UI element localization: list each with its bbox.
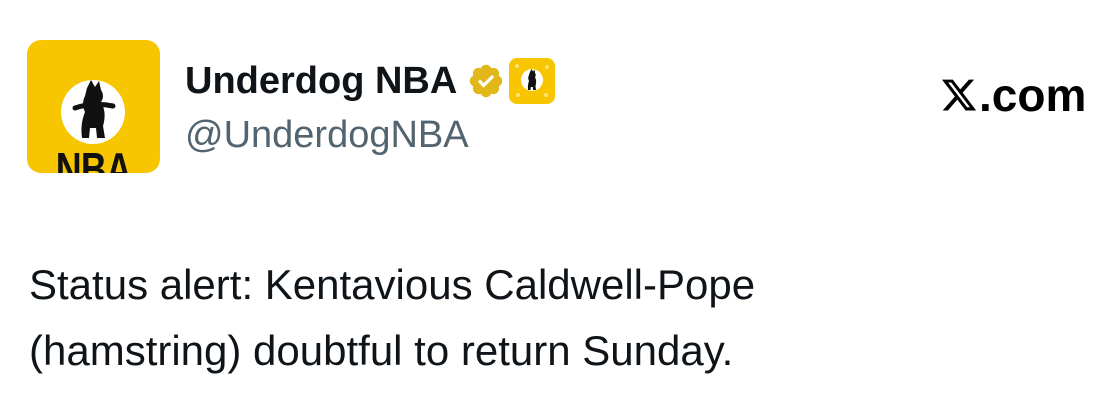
- gold-verified-checkmark-icon[interactable]: [467, 62, 505, 100]
- x-logo-icon: [941, 79, 977, 111]
- author-handle[interactable]: @UnderdogNBA: [185, 112, 469, 158]
- x-com-watermark: .com: [940, 70, 1086, 120]
- author-name-row: Underdog NBA: [185, 56, 556, 106]
- tweet-text: Status alert: Kentavious Caldwell-Pope (…: [29, 252, 1109, 384]
- avatar-label: NBA: [55, 143, 132, 173]
- display-name[interactable]: Underdog NBA: [185, 58, 457, 104]
- affiliate-badge[interactable]: [509, 58, 556, 104]
- underdog-dog-logo-icon: [515, 64, 550, 97]
- x-mark-text: .com: [979, 69, 1087, 121]
- tweet-line: Status alert: Kentavious Caldwell-Pope: [29, 261, 756, 308]
- avatar[interactable]: NBA: [27, 40, 160, 173]
- tweet-line: (hamstring) doubtful to return Sunday.: [29, 327, 734, 374]
